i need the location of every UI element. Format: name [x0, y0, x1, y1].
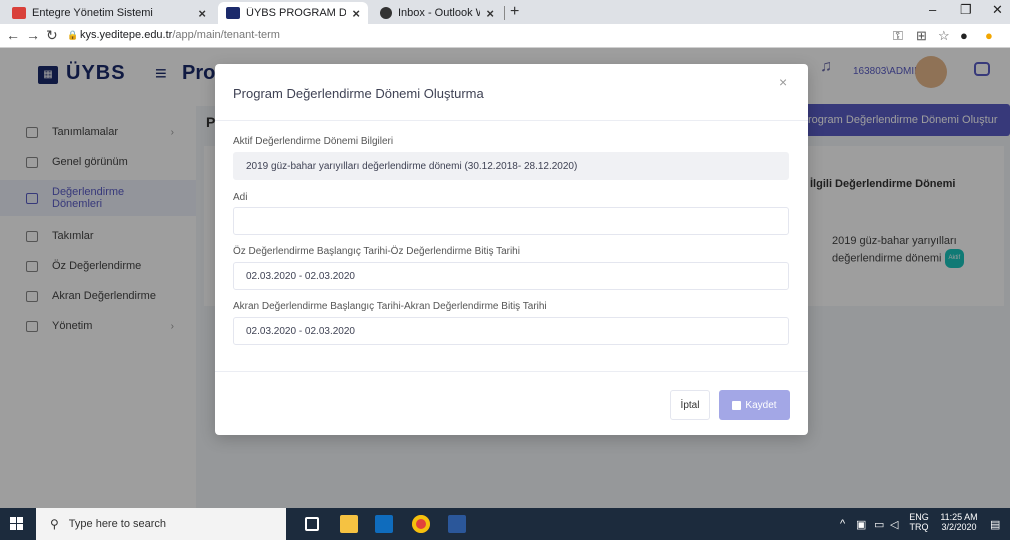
tab-title: Inbox - Outlook Web Access Ligh [398, 7, 480, 19]
floppy-disk-icon [732, 400, 742, 410]
uybs-favicon-icon [226, 7, 240, 19]
network-icon[interactable]: ▭ [874, 518, 884, 531]
search-placeholder: Type here to search [68, 518, 167, 530]
create-term-modal: Program Değerlendirme Dönemi Oluşturma ×… [215, 64, 808, 435]
chrome-icon[interactable] [412, 515, 430, 533]
clock-date: 3/2/2020 [941, 522, 977, 532]
tray-app-icon[interactable]: ▣ [856, 518, 866, 531]
close-icon[interactable]: × [352, 6, 360, 21]
lang-bottom: TRQ [909, 522, 929, 532]
address-bar: ← → ↻ 🔒 kys.yeditepe.edu.tr/app/main/ten… [0, 24, 1010, 48]
globe-icon [380, 7, 392, 19]
save-label: Kaydet [745, 399, 777, 411]
word-icon[interactable] [448, 515, 466, 533]
tab-separator [504, 6, 505, 20]
reload-icon[interactable]: ↻ [46, 27, 58, 44]
star-icon[interactable]: ☆ [938, 28, 950, 44]
back-arrow-icon[interactable]: ← [6, 27, 20, 43]
translate-icon[interactable]: ⊞ [916, 28, 927, 44]
close-icon[interactable]: × [486, 6, 494, 21]
search-icon: ⚲ [50, 517, 59, 531]
language-indicator[interactable]: ENG TRQ [906, 512, 932, 532]
active-term-field: 2019 güz-bahar yarıyılları değerlendirme… [233, 152, 789, 180]
peer-eval-date-range-input[interactable]: 02.03.2020 - 02.03.2020 [233, 317, 789, 345]
close-icon[interactable]: × [779, 74, 787, 90]
new-tab-button[interactable]: + [510, 3, 519, 21]
forward-arrow-icon[interactable]: → [26, 27, 40, 43]
modal-title: Program Değerlendirme Dönemi Oluşturma [233, 86, 484, 101]
divider [215, 120, 808, 121]
tab-title: Entegre Yönetim Sistemi [32, 7, 153, 19]
name-input[interactable] [233, 207, 789, 235]
windows-start-icon[interactable] [10, 517, 24, 531]
taskbar-search-input[interactable]: ⚲ Type here to search [36, 508, 286, 540]
windows-taskbar: ⚲ Type here to search ^ ▣ ▭ ◁ ENG TRQ 11… [0, 508, 1010, 540]
minimize-icon[interactable]: – [929, 2, 936, 17]
close-icon[interactable]: × [198, 6, 206, 21]
extension-icon[interactable]: ● [985, 28, 993, 43]
window-close-icon[interactable]: ✕ [992, 2, 1003, 18]
cancel-button[interactable]: İptal [670, 390, 710, 420]
entegre-favicon-icon [12, 7, 26, 19]
key-icon[interactable]: ⚿ [893, 28, 903, 44]
outlook-icon[interactable] [375, 515, 393, 533]
notifications-icon[interactable]: ▤ [990, 518, 1000, 531]
peer-eval-dates-label: Akran Değerlendirme Başlangıç Tarihi-Akr… [233, 301, 547, 312]
browser-tab-entegre[interactable]: Entegre Yönetim Sistemi × [4, 2, 214, 24]
url-host: kys.yeditepe.edu.tr [80, 29, 173, 41]
url-path: /app/main/tenant-term [172, 29, 280, 41]
url-field[interactable]: kys.yeditepe.edu.tr/app/main/tenant-term [80, 29, 280, 41]
save-button[interactable]: Kaydet [719, 390, 790, 420]
clock[interactable]: 11:25 AM 3/2/2020 [934, 512, 984, 532]
tab-title: ÜYBS PROGRAM DEGERLENDİRM [246, 7, 347, 19]
chevron-up-icon[interactable]: ^ [840, 518, 845, 530]
self-eval-dates-label: Öz Değerlendirme Başlangıç Tarihi-Öz Değ… [233, 246, 520, 257]
divider [215, 371, 808, 372]
browser-tab-uybs[interactable]: ÜYBS PROGRAM DEGERLENDİRM × [218, 2, 368, 24]
clock-time: 11:25 AM [940, 512, 978, 522]
file-explorer-icon[interactable] [340, 515, 358, 533]
lock-icon: 🔒 [67, 30, 79, 40]
active-term-label: Aktif Değerlendirme Dönemi Bilgileri [233, 136, 394, 147]
self-eval-date-range-input[interactable]: 02.03.2020 - 02.03.2020 [233, 262, 789, 290]
browser-tab-outlook[interactable]: Inbox - Outlook Web Access Ligh × [372, 2, 502, 24]
browser-tab-bar: Entegre Yönetim Sistemi × ÜYBS PROGRAM D… [0, 0, 1010, 24]
profile-icon[interactable]: ● [960, 28, 968, 43]
task-view-icon[interactable] [305, 517, 319, 531]
maximize-icon[interactable]: ❐ [960, 2, 972, 18]
lang-top: ENG [909, 512, 929, 522]
volume-icon[interactable]: ◁ [890, 518, 898, 531]
name-label: Adi [233, 192, 248, 203]
